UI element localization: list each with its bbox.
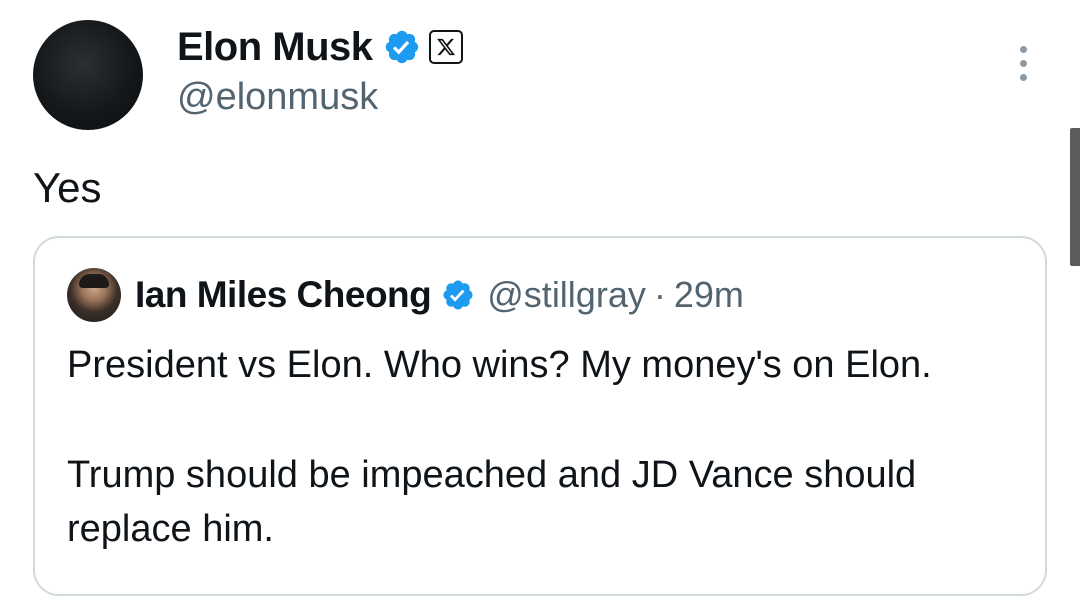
scrollbar[interactable] [1070,128,1080,266]
author-name[interactable]: Elon Musk [177,22,373,72]
quote-paragraph: President vs Elon. Who wins? My money's … [67,344,932,386]
author-name-row: Elon Musk [177,22,463,72]
quote-paragraph: Trump should be impeached and JD Vance s… [67,454,917,550]
tweet-text: Yes [33,164,102,211]
quote-timestamp: 29m [673,274,744,315]
quote-body: President vs Elon. Who wins? My money's … [67,338,1027,556]
quote-author-handle: @stillgray [487,274,646,315]
quote-header: Ian Miles Cheong @stillgray · 29m [67,268,744,322]
verified-badge-icon [441,278,475,312]
quote-author-name: Ian Miles Cheong [135,274,432,315]
author-handle[interactable]: @elonmusk [177,74,378,120]
quoted-tweet-card[interactable]: Ian Miles Cheong @stillgray · 29m Presid… [33,236,1047,596]
separator-dot: · [653,274,666,315]
quote-author-avatar[interactable] [67,268,121,322]
author-avatar[interactable] [33,20,143,130]
verified-badge-icon[interactable] [383,28,421,66]
more-vertical-icon[interactable] [1008,44,1038,84]
x-logo-icon[interactable] [428,30,463,64]
